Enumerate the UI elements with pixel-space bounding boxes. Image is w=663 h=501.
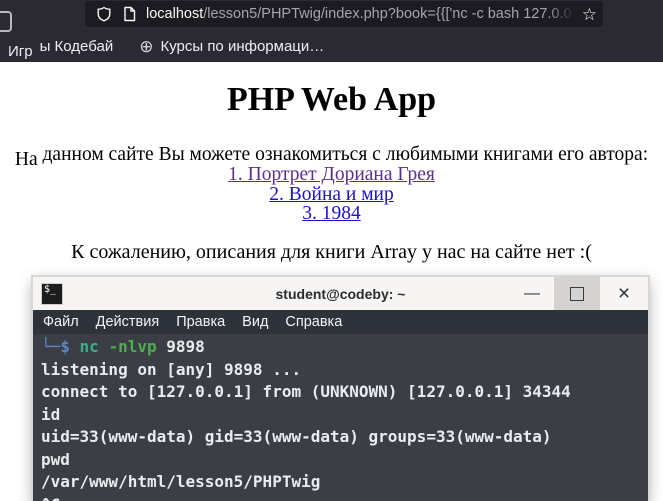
minimize-button[interactable]: — bbox=[510, 277, 554, 310]
bookmark-item-courses[interactable]: ⊕ Курсы по информаци… bbox=[139, 38, 324, 55]
url-bar[interactable]: localhost/lesson5/PHPTwig/index.php?book… bbox=[85, 1, 603, 27]
menu-file[interactable]: Файл bbox=[43, 314, 79, 330]
shell-prompt: └─$ bbox=[41, 337, 70, 356]
url-text[interactable]: localhost/lesson5/PHPTwig/index.php?book… bbox=[146, 6, 580, 22]
command-arg: 9898 bbox=[166, 337, 205, 356]
output-line: connect to [127.0.0.1] from (UNKNOWN) [1… bbox=[41, 382, 571, 401]
window-controls: — × bbox=[510, 277, 648, 310]
bookmarks-bar: Игр ы Кодебай ⊕ Курсы по информаци… bbox=[8, 33, 324, 60]
terminal-icon: $_ bbox=[41, 282, 63, 305]
output-line: id bbox=[41, 404, 61, 424]
maximize-button[interactable] bbox=[554, 277, 600, 310]
terminal-output[interactable]: └─$ nc -nlvp 9898 listening on [any] 989… bbox=[33, 334, 648, 501]
bookmark-star-icon[interactable]: ☆ bbox=[582, 6, 597, 23]
browser-chrome: localhost/lesson5/PHPTwig/index.php?book… bbox=[0, 0, 663, 62]
shield-icon[interactable] bbox=[96, 6, 112, 22]
command-flags: -nlvp bbox=[108, 337, 157, 356]
page-title: PHP Web App bbox=[226, 81, 437, 118]
book-link-2[interactable]: 2. Война и мир bbox=[269, 184, 394, 205]
output-line: /var/www/html/lesson5/PHPTwig bbox=[41, 472, 321, 491]
close-button[interactable]: × bbox=[600, 277, 648, 310]
clipped-toolbar-icon bbox=[0, 11, 12, 32]
menu-edit[interactable]: Правка bbox=[176, 314, 225, 330]
url-path: /lesson5/PHPTwig/index.php?book={{['nc -… bbox=[203, 6, 580, 22]
output-line: listening on [any] 9898 ... bbox=[41, 359, 302, 379]
bookmark-item-games[interactable]: Игр ы Кодебай bbox=[8, 37, 114, 60]
terminal-titlebar[interactable]: $_ student@codeby: ~ — × bbox=[33, 277, 648, 310]
intro-text: На данном сайте Вы можете ознакомиться с… bbox=[0, 144, 663, 170]
bookmark-label: ы Кодебай bbox=[39, 37, 114, 55]
menu-view[interactable]: Вид bbox=[242, 314, 268, 330]
command-name: nc bbox=[79, 337, 99, 356]
menu-actions[interactable]: Действия bbox=[96, 314, 160, 330]
intro-prefix: На bbox=[14, 149, 38, 170]
output-line: pwd bbox=[41, 449, 70, 469]
close-icon: × bbox=[617, 281, 631, 305]
minimize-icon: — bbox=[524, 284, 540, 302]
maximize-icon bbox=[570, 286, 584, 301]
book-link-1[interactable]: 1. Портрет Дориана Грея bbox=[228, 164, 435, 185]
page-info-icon[interactable] bbox=[122, 6, 137, 22]
bookmark-label-prefix: Игр bbox=[8, 42, 33, 60]
bookmark-label: Курсы по информаци… bbox=[160, 37, 325, 55]
terminal-window: $_ student@codeby: ~ — × Файл Действия П… bbox=[33, 277, 648, 501]
command-line: └─$ nc -nlvp 9898 bbox=[41, 336, 648, 359]
output-line: ^C bbox=[41, 494, 648, 501]
output-line: uid=33(www-data) gid=33(www-data) groups… bbox=[41, 427, 552, 446]
intro-rest: данном сайте Вы можете ознакомиться с лю… bbox=[37, 144, 649, 165]
url-fade bbox=[545, 6, 580, 22]
error-message: К сожалению, описания для книги Array у … bbox=[71, 240, 592, 263]
globe-icon: ⊕ bbox=[139, 36, 154, 56]
terminal-menubar: Файл Действия Правка Вид Справка bbox=[33, 310, 648, 334]
menu-help[interactable]: Справка bbox=[285, 314, 342, 330]
book-links: 1. Портрет Дориана Грея 2. Война и мир 3… bbox=[0, 165, 663, 224]
book-link-3[interactable]: 3. 1984 bbox=[302, 203, 361, 224]
url-domain: localhost bbox=[146, 6, 204, 22]
